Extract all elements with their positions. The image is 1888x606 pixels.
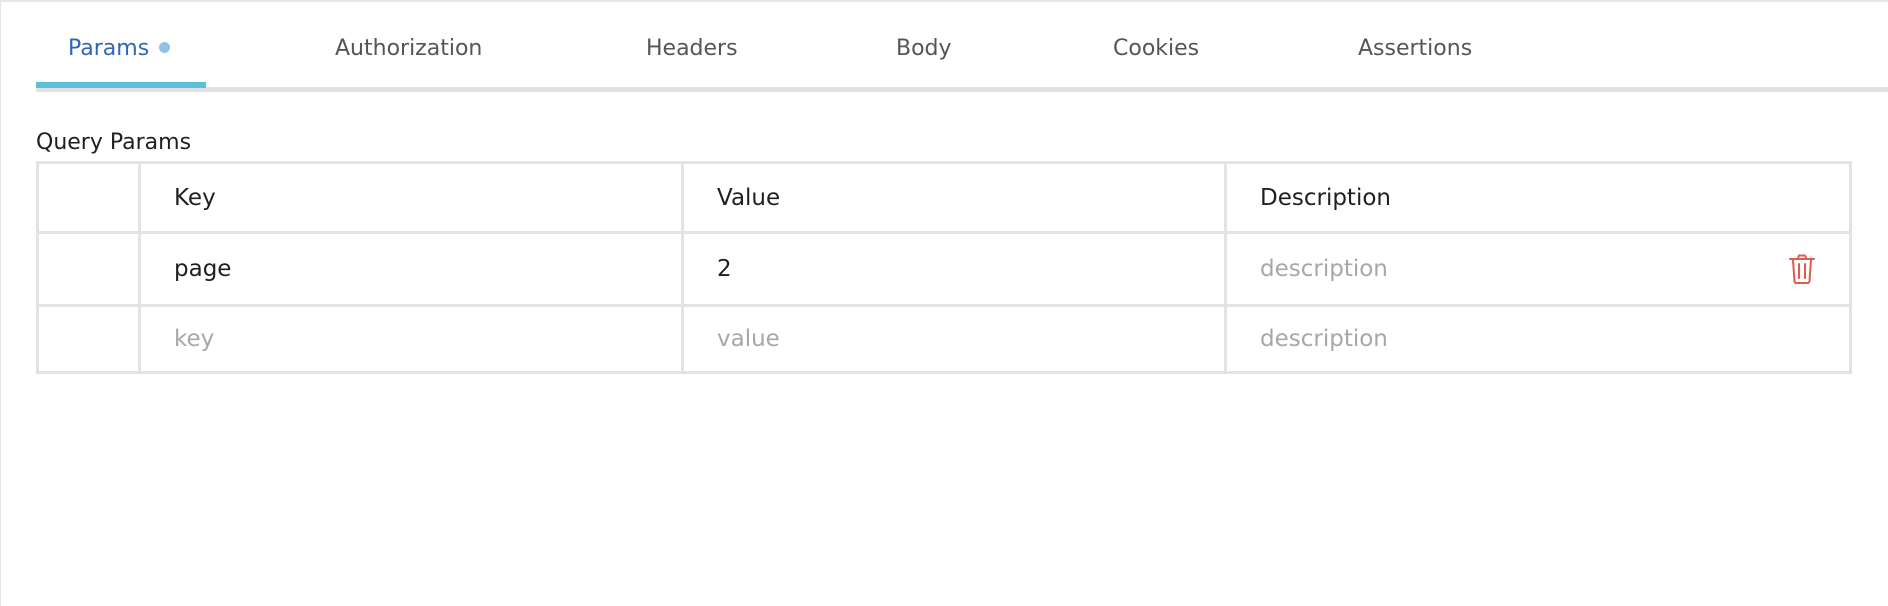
tab-headers-label: Headers: [646, 36, 738, 61]
new-key-field[interactable]: key: [138, 304, 684, 374]
tab-assertions-label: Assertions: [1358, 36, 1473, 61]
new-value-field[interactable]: value: [681, 304, 1227, 374]
enable-column-header: [36, 161, 141, 234]
query-params-title: Query Params: [36, 130, 192, 155]
modified-indicator-icon: [159, 41, 171, 53]
description-placeholder: description: [1260, 256, 1388, 282]
table-row-new: key value description: [36, 304, 1852, 374]
value-column-header: Value: [681, 161, 1227, 234]
tab-params[interactable]: Params: [68, 36, 171, 61]
table-row: page 2 description: [36, 231, 1852, 307]
tab-headers[interactable]: Headers: [646, 36, 738, 61]
tab-authorization-label: Authorization: [335, 36, 483, 61]
active-tab-indicator: [36, 82, 206, 88]
row-enable-cell[interactable]: [36, 231, 141, 307]
tab-cookies-label: Cookies: [1113, 36, 1200, 61]
tab-cookies[interactable]: Cookies: [1113, 36, 1199, 61]
trash-icon[interactable]: [1789, 254, 1815, 284]
request-tabs: Params Authorization Headers Body Cookie…: [36, 2, 1888, 92]
tab-body-label: Body: [896, 36, 952, 61]
tab-assertions[interactable]: Assertions: [1358, 36, 1472, 61]
param-description-field[interactable]: description: [1224, 231, 1852, 307]
new-description-field[interactable]: description: [1224, 304, 1852, 374]
table-header-row: Key Value Description: [36, 161, 1852, 234]
description-column-header: Description: [1224, 161, 1852, 234]
param-key-field[interactable]: page: [138, 231, 684, 307]
param-value-field[interactable]: 2: [681, 231, 1227, 307]
key-column-header: Key: [138, 161, 684, 234]
tab-params-label: Params: [68, 36, 150, 61]
tab-body[interactable]: Body: [896, 36, 952, 61]
row-enable-cell[interactable]: [36, 304, 141, 374]
tab-bar-divider: [36, 87, 1888, 92]
params-panel: Params Authorization Headers Body Cookie…: [0, 0, 1888, 606]
query-params-table: Key Value Description page 2 description: [36, 161, 1852, 374]
tab-authorization[interactable]: Authorization: [335, 36, 482, 61]
